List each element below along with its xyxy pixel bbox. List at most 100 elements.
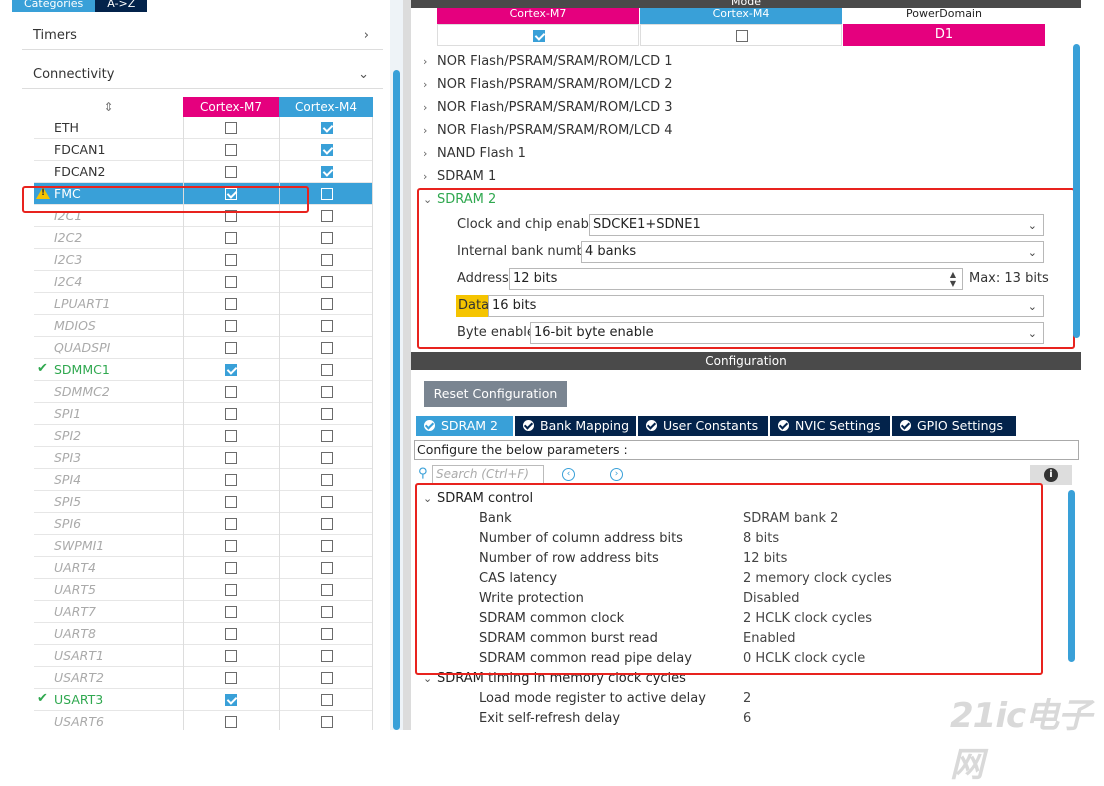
m7-checkbox[interactable] <box>225 584 237 596</box>
tree-item[interactable]: › NOR Flash/PSRAM/SRAM/ROM/LCD 4 <box>423 120 673 142</box>
table-row[interactable]: SWPMI1 <box>34 535 373 557</box>
m4-checkbox[interactable] <box>321 188 333 200</box>
m7-checkbox[interactable] <box>225 408 237 420</box>
timers-group[interactable]: Timers › <box>22 22 383 50</box>
tree-item[interactable]: › NOR Flash/PSRAM/SRAM/ROM/LCD 3 <box>423 97 673 119</box>
table-row[interactable]: ✔ SDMMC1 <box>34 359 373 381</box>
m7-checkbox[interactable] <box>225 694 237 706</box>
table-row[interactable]: MDIOS <box>34 315 373 337</box>
m4-checkbox[interactable] <box>321 650 333 662</box>
tab-gpio-settings[interactable]: GPIO Settings <box>892 416 1016 436</box>
m7-checkbox[interactable] <box>225 342 237 354</box>
m4-checkbox[interactable] <box>321 276 333 288</box>
previous-icon[interactable]: ‹ <box>562 468 575 481</box>
table-row[interactable]: SDMMC2 <box>34 381 373 403</box>
m4-checkbox[interactable] <box>321 320 333 332</box>
table-row[interactable]: USART1 <box>34 645 373 667</box>
param-label[interactable]: Exit self-refresh delay <box>479 709 620 729</box>
tree-item[interactable]: › NAND Flash 1 <box>423 143 526 165</box>
m4-checkbox[interactable] <box>321 386 333 398</box>
table-row[interactable]: ETH <box>34 117 373 139</box>
table-row[interactable]: I2C2 <box>34 227 373 249</box>
m4-checkbox[interactable] <box>321 628 333 640</box>
m4-checkbox[interactable] <box>321 694 333 706</box>
tree-item[interactable]: › NOR Flash/PSRAM/SRAM/ROM/LCD 2 <box>423 74 673 96</box>
table-row[interactable]: USART6 <box>34 711 373 730</box>
m7-checkbox[interactable] <box>225 518 237 530</box>
panel-divider[interactable] <box>403 0 411 730</box>
m7-checkbox[interactable] <box>225 232 237 244</box>
m4-checkbox[interactable] <box>321 232 333 244</box>
table-row[interactable]: UART7 <box>34 601 373 623</box>
table-row[interactable]: LPUART1 <box>34 293 373 315</box>
m4-checkbox[interactable] <box>321 672 333 684</box>
m7-checkbox[interactable] <box>225 364 237 376</box>
m4-checkbox[interactable] <box>321 518 333 530</box>
table-row[interactable]: UART8 <box>34 623 373 645</box>
m7-checkbox[interactable] <box>225 650 237 662</box>
m4-checkbox[interactable] <box>321 122 333 134</box>
m7-checkbox[interactable] <box>225 606 237 618</box>
table-row[interactable]: SPI3 <box>34 447 373 469</box>
m4-checkbox[interactable] <box>321 496 333 508</box>
tab-user-constants[interactable]: User Constants <box>638 416 768 436</box>
m7-checkbox[interactable] <box>225 672 237 684</box>
m4-checkbox[interactable] <box>321 364 333 376</box>
m7-checkbox[interactable] <box>225 496 237 508</box>
m7-checkbox[interactable] <box>225 628 237 640</box>
m7-checkbox[interactable] <box>225 452 237 464</box>
table-row[interactable]: SPI4 <box>34 469 373 491</box>
table-row[interactable]: FDCAN1 <box>34 139 373 161</box>
table-row[interactable]: SPI1 <box>34 403 373 425</box>
reset-configuration-button[interactable]: Reset Configuration <box>424 381 567 407</box>
m4-checkbox[interactable] <box>321 430 333 442</box>
mode-scrollbar[interactable] <box>1073 44 1080 338</box>
table-row[interactable]: FDCAN2 <box>34 161 373 183</box>
param-value[interactable]: 2 <box>743 689 751 709</box>
m4-checkbox[interactable] <box>321 540 333 552</box>
table-row[interactable]: SPI5 <box>34 491 373 513</box>
m7-checkbox[interactable] <box>225 716 237 728</box>
param-value[interactable]: 6 <box>743 709 751 729</box>
param-label[interactable]: Load mode register to active delay <box>479 689 706 709</box>
m7-checkbox[interactable] <box>225 320 237 332</box>
table-row[interactable]: SPI6 <box>34 513 373 535</box>
m4-checkbox[interactable] <box>321 254 333 266</box>
tab-categories[interactable]: Categories <box>12 0 96 12</box>
tree-item[interactable]: › NOR Flash/PSRAM/SRAM/ROM/LCD 1 <box>423 51 673 73</box>
m7-checkbox[interactable] <box>225 298 237 310</box>
sort-header[interactable]: ⇕ <box>34 97 183 117</box>
m7-checkbox[interactable] <box>225 540 237 552</box>
m7-checkbox[interactable] <box>225 254 237 266</box>
config-scrollbar[interactable] <box>1068 490 1075 662</box>
m4-checkbox[interactable] <box>321 144 333 156</box>
search-input[interactable]: Search (Ctrl+F) <box>432 465 544 484</box>
m4-checkbox[interactable] <box>321 584 333 596</box>
m4-checkbox[interactable] <box>321 562 333 574</box>
table-row[interactable]: UART4 <box>34 557 373 579</box>
m4-checkbox[interactable] <box>321 210 333 222</box>
table-row[interactable]: USART2 <box>34 667 373 689</box>
m4-checkbox[interactable] <box>321 166 333 178</box>
tab-nvic-settings[interactable]: NVIC Settings <box>770 416 890 436</box>
tree-item[interactable]: › SDRAM 1 <box>423 166 496 188</box>
connectivity-group[interactable]: Connectivity ⌄ <box>22 61 383 89</box>
m4-checkbox[interactable] <box>321 452 333 464</box>
m4-checkbox[interactable] <box>321 606 333 618</box>
m4-checkbox[interactable] <box>321 408 333 420</box>
m7-checkbox[interactable] <box>225 276 237 288</box>
table-row[interactable]: ✔ USART3 <box>34 689 373 711</box>
m7-checkbox[interactable] <box>225 386 237 398</box>
mode-m4-checkbox[interactable] <box>736 30 748 42</box>
m4-checkbox[interactable] <box>321 716 333 728</box>
m7-checkbox[interactable] <box>225 562 237 574</box>
m7-checkbox[interactable] <box>225 122 237 134</box>
m7-checkbox[interactable] <box>225 430 237 442</box>
m4-checkbox[interactable] <box>321 298 333 310</box>
info-button[interactable]: i <box>1030 465 1072 485</box>
table-row[interactable]: QUADSPI <box>34 337 373 359</box>
powerdomain-value[interactable]: D1 <box>843 24 1045 46</box>
tab-bank-mapping[interactable]: Bank Mapping <box>515 416 636 436</box>
table-row[interactable]: I2C4 <box>34 271 373 293</box>
table-row[interactable]: UART5 <box>34 579 373 601</box>
